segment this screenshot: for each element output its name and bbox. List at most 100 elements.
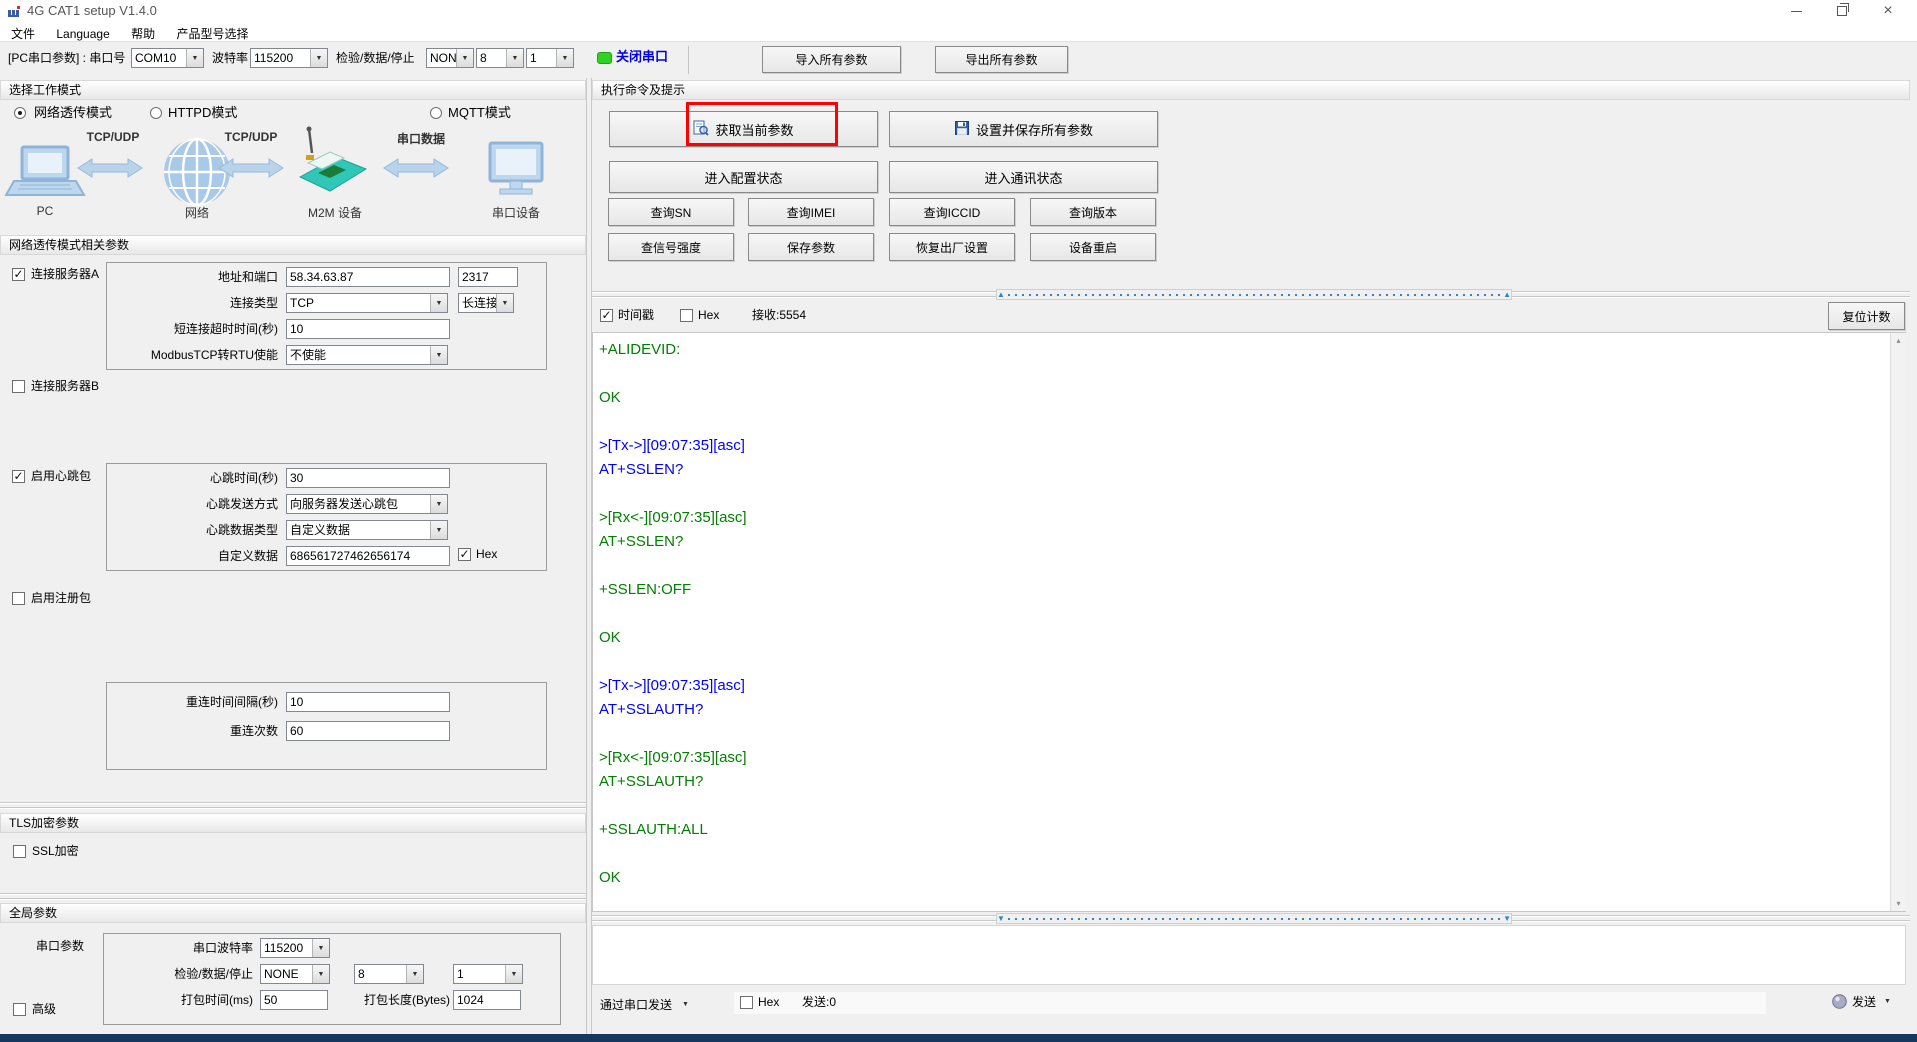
ssl-label[interactable]: SSL加密 <box>32 841 79 861</box>
triangle-up-icon: ▲ <box>997 291 1005 299</box>
chevron-down-icon: ▼ <box>556 49 573 67</box>
reconnect-interval-input[interactable]: 10 <box>286 692 450 712</box>
close-port-button[interactable]: 关闭串口 <box>616 47 668 67</box>
log-scrollbar[interactable]: ▴ ▾ <box>1890 333 1906 911</box>
export-params-button[interactable]: 导出所有参数 <box>935 46 1068 73</box>
pack-len-label: 打包长度(Bytes) <box>330 990 450 1010</box>
baud-select[interactable]: 115200▼ <box>250 48 328 68</box>
heartbeat-label[interactable]: 启用心跳包 <box>31 466 91 486</box>
log-area[interactable]: +ALIDEVID: OK >[Tx->][09:07:35][asc] AT+… <box>592 332 1906 912</box>
sp-stopbits-select[interactable]: 1▼ <box>453 964 523 984</box>
log-line: AT+SSLEN? <box>599 533 1905 557</box>
hb-time-input[interactable]: 30 <box>286 468 450 488</box>
server-a-label[interactable]: 连接服务器A <box>31 264 99 284</box>
bottom-bar <box>0 1034 1917 1042</box>
send-hex-checkbox[interactable] <box>740 996 753 1009</box>
timestamp-checkbox[interactable] <box>600 309 613 322</box>
chevron-down-icon[interactable]: ▼ <box>1884 998 1891 1005</box>
mqtt-mode-label[interactable]: MQTT模式 <box>448 103 511 123</box>
pack-len-input[interactable]: 1024 <box>453 990 521 1010</box>
reconnect-times-input[interactable]: 60 <box>286 721 450 741</box>
server-b-checkbox[interactable] <box>12 380 25 393</box>
send-button[interactable]: 发送 <box>1852 992 1876 1012</box>
databits-select[interactable]: 8▼ <box>476 48 524 68</box>
chevron-down-icon: ▼ <box>430 294 447 312</box>
query-version-button[interactable]: 查询版本 <box>1030 198 1156 226</box>
query-imei-button[interactable]: 查询IMEI <box>748 198 874 226</box>
query-iccid-button[interactable]: 查询ICCID <box>889 198 1015 226</box>
pack-time-input[interactable]: 50 <box>260 990 328 1010</box>
modbus-select[interactable]: 不使能▼ <box>286 345 448 365</box>
modbus-label: ModbusTCP转RTU使能 <box>110 345 278 365</box>
transparent-mode-label[interactable]: 网络透传模式 <box>34 103 112 123</box>
register-label[interactable]: 启用注册包 <box>31 588 91 608</box>
address-port-label: 地址和端口 <box>110 267 278 287</box>
restore-button[interactable] <box>1826 0 1858 22</box>
heartbeat-checkbox[interactable] <box>12 470 25 483</box>
log-line: OK <box>599 869 1905 893</box>
log-line: AT+SSLAUTH? <box>599 773 1905 797</box>
hb-time-label: 心跳时间(秒) <box>110 468 278 488</box>
hb-type-select[interactable]: 自定义数据▼ <box>286 520 448 540</box>
hb-hex-label[interactable]: Hex <box>476 544 497 564</box>
com-port-select[interactable]: COM10▼ <box>131 48 204 68</box>
log-line: >[Rx<-][09:07:35][asc] <box>599 749 1905 773</box>
hb-data-input[interactable]: 686561727462656174 <box>286 546 450 566</box>
factory-reset-button[interactable]: 恢复出厂设置 <box>889 233 1015 261</box>
reset-counter-button[interactable]: 复位计数 <box>1828 302 1905 330</box>
global-params-header: 全局参数 <box>0 903 586 923</box>
pc-icon <box>6 147 84 195</box>
scroll-up-icon[interactable]: ▴ <box>1891 333 1906 348</box>
radio-transparent-mode[interactable] <box>14 107 26 119</box>
send-via-serial-button[interactable]: 通过串口发送 <box>600 995 672 1015</box>
log-line: OK <box>599 629 1905 653</box>
send-hex-label[interactable]: Hex <box>758 992 779 1012</box>
server-port-input[interactable]: 2317 <box>458 267 518 287</box>
recv-hex-label[interactable]: Hex <box>698 305 719 325</box>
advanced-label[interactable]: 高级 <box>32 999 56 1019</box>
stopbits-select[interactable]: 1▼ <box>526 48 574 68</box>
set-save-params-button[interactable]: 设置并保存所有参数 <box>889 111 1158 147</box>
server-b-label[interactable]: 连接服务器B <box>31 376 99 396</box>
recv-hex-checkbox[interactable] <box>680 309 693 322</box>
import-params-button[interactable]: 导入所有参数 <box>762 46 901 73</box>
minimize-button[interactable] <box>1780 0 1812 22</box>
sp-baud-select[interactable]: 115200▼ <box>260 938 330 958</box>
timestamp-label[interactable]: 时间戳 <box>618 305 654 325</box>
advanced-checkbox[interactable] <box>13 1003 26 1016</box>
toolbar-separator <box>688 46 689 74</box>
transparent-params-header: 网络透传模式相关参数 <box>0 235 586 255</box>
sp-baud-label: 串口波特率 <box>110 938 253 958</box>
hb-way-select[interactable]: 向服务器发送心跳包▼ <box>286 494 448 514</box>
hb-hex-checkbox[interactable] <box>458 548 471 561</box>
query-sn-button[interactable]: 查询SN <box>608 198 734 226</box>
parity-select[interactable]: NONI▼ <box>426 48 474 68</box>
server-address-input[interactable]: 58.34.63.87 <box>286 267 450 287</box>
radio-mqtt-mode[interactable] <box>430 107 442 119</box>
short-timeout-input[interactable]: 10 <box>286 319 450 339</box>
link3-label: 串口数据 <box>390 130 452 147</box>
chevron-down-icon[interactable]: ▼ <box>682 1001 689 1008</box>
enter-config-button[interactable]: 进入配置状态 <box>609 161 878 193</box>
device-restart-button[interactable]: 设备重启 <box>1030 233 1156 261</box>
conn-mode-select[interactable]: 长连接▼ <box>458 293 514 313</box>
register-checkbox[interactable] <box>12 592 25 605</box>
close-button[interactable]: × <box>1872 0 1904 22</box>
close-icon: × <box>1883 2 1892 20</box>
conn-type-select[interactable]: TCP▼ <box>286 293 448 313</box>
log-splitter-handle[interactable]: ▲ ▲ <box>996 289 1512 300</box>
query-signal-button[interactable]: 查信号强度 <box>608 233 734 261</box>
ssl-checkbox[interactable] <box>13 845 26 858</box>
sp-parity-select[interactable]: NONE▼ <box>260 964 330 984</box>
httpd-mode-label[interactable]: HTTPD模式 <box>168 103 237 123</box>
scroll-down-icon[interactable]: ▾ <box>1891 896 1906 911</box>
radio-httpd-mode[interactable] <box>150 107 162 119</box>
send-text-area[interactable] <box>592 925 1906 985</box>
send-splitter-handle[interactable]: ▼ ▼ <box>996 913 1512 924</box>
server-a-checkbox[interactable] <box>12 268 25 281</box>
dotted-line <box>1008 294 1500 296</box>
sp-databits-select[interactable]: 8▼ <box>354 964 424 984</box>
save-params-button[interactable]: 保存参数 <box>748 233 874 261</box>
menu-language[interactable]: Language <box>47 24 118 44</box>
enter-comm-button[interactable]: 进入通讯状态 <box>889 161 1158 193</box>
